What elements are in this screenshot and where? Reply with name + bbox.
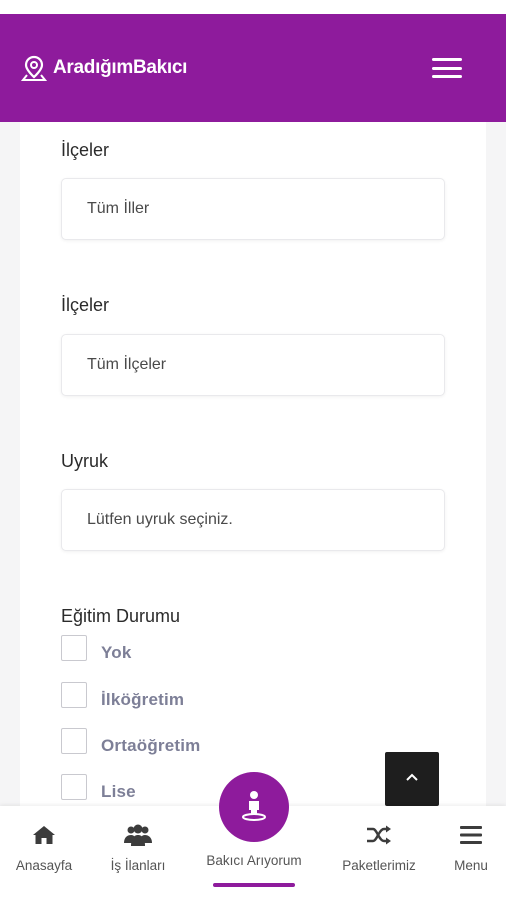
map-pin-icon — [20, 54, 48, 82]
brand[interactable]: AradığımBakıcı — [20, 54, 187, 82]
nav-label: Menu — [454, 858, 488, 873]
district-select[interactable]: Tüm İlçeler — [61, 334, 445, 396]
nav-label: İş İlanları — [110, 858, 166, 873]
users-icon — [123, 822, 153, 848]
option-label: Ortaöğretim — [101, 736, 201, 755]
brand-name: AradığımBakıcı — [53, 57, 188, 78]
caregiver-icon — [239, 789, 269, 826]
home-icon — [32, 822, 56, 848]
shuffle-icon — [366, 822, 392, 848]
nav-label: Anasayfa — [15, 858, 73, 873]
nav-item-anasayfa[interactable]: Anasayfa — [4, 806, 84, 900]
menu-icon — [459, 822, 483, 848]
district-label: İlçeler — [61, 295, 110, 315]
education-label: Eğitim Durumu — [61, 606, 181, 626]
nationality-label: Uyruk — [61, 451, 109, 471]
education-option-yok[interactable]: Yok — [61, 635, 132, 663]
option-label: İlköğretim — [101, 690, 185, 709]
province-select[interactable]: Tüm İller — [61, 178, 445, 240]
chevron-up-icon — [404, 770, 420, 788]
nav-item-is-ilanlari[interactable]: İş İlanları — [98, 806, 178, 900]
hamburger-icon[interactable] — [432, 58, 462, 78]
province-label: İlçeler — [61, 140, 110, 160]
nav-item-menu[interactable]: Menu — [440, 806, 502, 900]
education-option-lise[interactable]: Lise — [61, 774, 136, 802]
nav-label: Paketlerimiz — [342, 858, 416, 873]
checkbox[interactable] — [61, 774, 87, 800]
education-option-ilkogretim[interactable]: İlköğretim — [61, 682, 185, 710]
nav-item-paketlerimiz[interactable]: Paketlerimiz — [336, 806, 422, 900]
active-tab-indicator — [213, 883, 295, 887]
nav-label-bakici-ariyorum: Bakıcı Arıyorum — [206, 853, 302, 868]
checkbox[interactable] — [61, 635, 87, 661]
option-label: Yok — [101, 643, 132, 662]
education-option-ortaogretim[interactable]: Ortaöğretim — [61, 728, 201, 756]
scroll-top-button[interactable] — [385, 752, 439, 806]
checkbox[interactable] — [61, 728, 87, 754]
app-header: AradığımBakıcı — [0, 14, 506, 122]
nationality-select[interactable]: Lütfen uyruk seçiniz. — [61, 489, 445, 551]
status-bar — [0, 0, 506, 14]
option-label: Lise — [101, 782, 136, 801]
checkbox[interactable] — [61, 682, 87, 708]
nav-item-bakici-ariyorum[interactable] — [219, 772, 289, 842]
